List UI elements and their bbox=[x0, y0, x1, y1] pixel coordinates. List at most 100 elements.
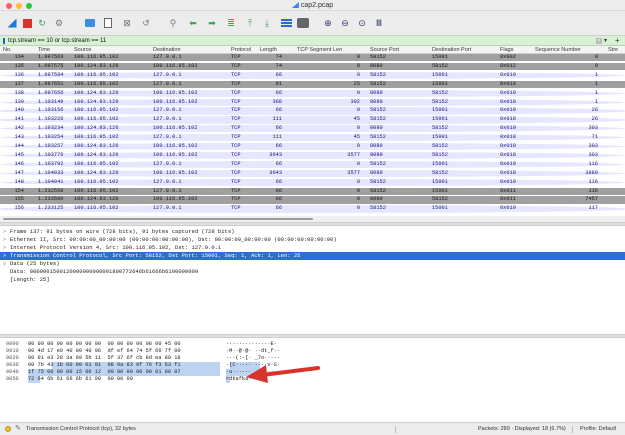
packet-row[interactable]: 141 1.103226 100.116.95.102 127.0.0.1 TCP 111… bbox=[0, 116, 625, 124]
filter-bookmark-icon[interactable] bbox=[3, 38, 5, 44]
detail-tree-item[interactable]: > Frame 137: 91 bytes on wire (728 bits),… bbox=[0, 228, 625, 236]
save-file-icon[interactable] bbox=[101, 16, 115, 30]
clear-filter-icon[interactable]: × bbox=[596, 38, 602, 44]
add-filter-button-icon[interactable]: + bbox=[615, 36, 620, 45]
packet-row[interactable]: 147 1.104033 100.124.83.126 100.116.95.102 T… bbox=[0, 169, 625, 177]
detail-tree-item[interactable]: v Data (25 bytes) bbox=[0, 260, 625, 268]
expert-info-icon[interactable] bbox=[5, 426, 11, 432]
status-profile[interactable]: Profile: Default bbox=[580, 426, 616, 432]
go-last-icon[interactable]: ⤓ bbox=[260, 16, 274, 30]
packet-cell-src: 100.124.83.126 bbox=[74, 169, 119, 176]
zoom-reset-icon[interactable]: ⊙ bbox=[355, 16, 369, 30]
edit-comment-icon[interactable]: ✎ bbox=[15, 424, 21, 432]
column-header-destination-port[interactable]: Destination Port bbox=[432, 47, 471, 53]
packet-row[interactable]: 139 1.103149 100.124.83.126 100.116.95.102 T… bbox=[0, 98, 625, 106]
byte-offset[interactable]: 0030 bbox=[6, 362, 19, 369]
ascii-bytes[interactable]: rdkafka···· bbox=[226, 376, 261, 383]
packet-row[interactable]: 143 1.103254 100.116.95.102 127.0.0.1 TCP 111… bbox=[0, 134, 625, 142]
ascii-bytes[interactable]: ···(:·[· _7o····· bbox=[226, 355, 280, 362]
scrollbar-thumb[interactable] bbox=[3, 218, 313, 220]
title-bar: cap2.pcap bbox=[0, 0, 625, 11]
expand-arrow-icon[interactable]: > bbox=[3, 236, 6, 244]
packet-cell-seq: 303 bbox=[588, 143, 598, 149]
packet-row[interactable]: 148 1.104041 100.116.95.102 127.0.0.1 TCP 66 0… bbox=[0, 178, 625, 186]
packet-row[interactable]: 140 1.103156 100.116.95.102 127.0.0.1 TCP 66 0… bbox=[0, 107, 625, 115]
byte-offset[interactable]: 0050 bbox=[6, 376, 19, 383]
colorize-icon[interactable] bbox=[296, 16, 310, 30]
column-header-stream[interactable]: Stre bbox=[608, 47, 618, 53]
capture-options-icon[interactable]: ⚙ bbox=[52, 16, 66, 30]
packet-row[interactable]: 155 1.233500 100.124.83.126 100.116.95.102 T… bbox=[0, 196, 625, 204]
go-back-icon[interactable]: ⬅ bbox=[186, 16, 200, 30]
detail-tree-item[interactable]: > Internet Protocol Version 4, Src: 100.1… bbox=[0, 244, 625, 252]
packet-row[interactable]: 142 1.103234 100.124.83.126 100.116.95.102 T… bbox=[0, 125, 625, 133]
find-packet-icon[interactable]: ⚲ bbox=[166, 16, 180, 30]
detail-tree-item[interactable]: > Ethernet II, Src: 00:00:00_00:00:00 (00… bbox=[0, 236, 625, 244]
autoscroll-icon[interactable] bbox=[279, 16, 293, 30]
column-header-no[interactable]: No. bbox=[3, 47, 12, 53]
resize-columns-icon[interactable]: Ⅲ bbox=[372, 16, 386, 30]
ascii-bytes[interactable]: ·u······ ········ bbox=[226, 369, 280, 376]
expand-arrow-icon[interactable]: v bbox=[3, 260, 6, 268]
packet-row[interactable]: 138 1.097656 100.124.83.126 100.116.95.102 T… bbox=[0, 89, 625, 97]
packet-cell-len: 66 bbox=[275, 89, 282, 96]
ascii-bytes[interactable]: ·M··@·@· ··dt_f·· bbox=[226, 348, 280, 355]
column-header-flags[interactable]: Flags bbox=[500, 47, 513, 53]
go-to-packet-icon[interactable]: ≣ bbox=[224, 16, 238, 30]
display-filter-input[interactable] bbox=[8, 36, 568, 46]
stop-capture-icon[interactable] bbox=[20, 16, 34, 30]
byte-offset[interactable]: 0000 bbox=[6, 341, 19, 348]
packet-row[interactable]: 145 1.103776 100.124.83.126 100.116.95.102 T… bbox=[0, 151, 625, 160]
packet-row[interactable]: 136 1.097584 100.116.95.102 127.0.0.1 TCP 66 0… bbox=[0, 71, 625, 80]
zoom-out-icon[interactable]: ⊖ bbox=[338, 16, 352, 30]
packet-row[interactable]: 154 1.232558 100.116.95.102 127.0.0.1 TCP 66 0… bbox=[0, 187, 625, 195]
go-forward-icon[interactable]: ➡ bbox=[205, 16, 219, 30]
close-file-icon[interactable]: ⊠ bbox=[120, 16, 134, 30]
column-header-destination[interactable]: Destination bbox=[153, 47, 181, 53]
detail-tree-item[interactable]: Data: 0000001500120000000000001800772646… bbox=[0, 268, 625, 276]
packet-cell-time: 1.103234 bbox=[38, 125, 64, 132]
packet-row[interactable]: 137 1.097651 100.116.95.102 127.0.0.1 TCP 91 2… bbox=[0, 80, 625, 88]
detail-tree-item[interactable]: > Transmission Control Protocol, Src Port… bbox=[0, 252, 625, 260]
packet-row[interactable]: 135 1.097575 100.124.83.126 100.116.95.102 T… bbox=[0, 62, 625, 71]
shark-fin-start-icon[interactable] bbox=[5, 16, 19, 30]
hex-bytes[interactable]: 00 4d 17 e0 40 00 40 06 df ef 64 74 5f 6… bbox=[28, 348, 181, 355]
packet-cell-time: 1.097575 bbox=[38, 62, 64, 69]
packet-row[interactable]: 146 1.103792 100.116.95.102 127.0.0.1 TCP 66 0… bbox=[0, 160, 625, 169]
byte-offset[interactable]: 0010 bbox=[6, 348, 19, 355]
packet-cell-len: 66 bbox=[275, 178, 282, 185]
packet-row[interactable]: 156 1.233125 100.116.95.102 127.0.0.1 TCP 66 0… bbox=[0, 205, 625, 213]
column-header-time[interactable]: Time bbox=[38, 47, 50, 53]
hex-bytes[interactable]: 72 64 6b 61 66 6b 61 00 00 00 00 bbox=[28, 376, 133, 383]
packet-cell-proto: TCP bbox=[231, 62, 241, 69]
ascii-bytes[interactable]: ··············E· bbox=[226, 341, 277, 348]
byte-offset[interactable]: 0020 bbox=[6, 355, 19, 362]
hex-bytes[interactable]: 00 7b 43 1b 00 00 01 01 08 0a 93 0f 76 f… bbox=[28, 362, 181, 369]
zoom-in-icon[interactable]: ⊕ bbox=[321, 16, 335, 30]
column-header-sequence-number[interactable]: Sequence Number bbox=[535, 47, 581, 53]
packet-row[interactable]: 144 1.103257 100.124.83.126 100.116.95.102 T… bbox=[0, 143, 625, 151]
filter-history-dropdown-icon[interactable]: ▾ bbox=[604, 37, 607, 44]
column-header-length[interactable]: Length bbox=[260, 47, 277, 53]
column-header-source-port[interactable]: Source Port bbox=[370, 47, 399, 53]
go-first-icon[interactable]: ⤒ bbox=[243, 16, 257, 30]
reload-file-icon[interactable]: ↺ bbox=[139, 16, 153, 30]
hex-bytes[interactable]: 1f 75 00 00 00 15 00 12 00 00 00 00 00 0… bbox=[28, 369, 181, 376]
packet-cell-seq: 1 bbox=[594, 80, 598, 87]
packet-cell-sport: 8080 bbox=[370, 125, 383, 132]
packet-row[interactable]: 134 1.097563 100.116.95.102 127.0.0.1 TCP 74 0… bbox=[0, 54, 625, 62]
packet-cell-time: 1.097584 bbox=[38, 71, 64, 78]
column-header-tcp-segment-len[interactable]: TCP Segment Len bbox=[297, 47, 342, 53]
detail-tree-item[interactable]: [Length: 25] bbox=[0, 276, 625, 284]
ascii-bytes[interactable]: ·{C····· ····v·S· bbox=[226, 362, 280, 369]
hex-bytes[interactable]: 00 01 e3 28 3a 99 5b 11 5f 37 6f cb 8d e… bbox=[28, 355, 181, 362]
open-file-icon[interactable] bbox=[83, 16, 97, 30]
expand-arrow-icon[interactable]: > bbox=[3, 252, 6, 260]
expand-arrow-icon[interactable]: > bbox=[3, 244, 6, 252]
hex-bytes[interactable]: 00 00 00 00 00 00 00 00 00 00 00 00 08 0… bbox=[28, 341, 181, 348]
restart-capture-icon[interactable]: ↻ bbox=[35, 16, 49, 30]
column-header-source[interactable]: Source bbox=[74, 47, 91, 53]
byte-offset[interactable]: 0040 bbox=[6, 369, 19, 376]
column-header-protocol[interactable]: Protocol bbox=[231, 47, 251, 53]
expand-arrow-icon[interactable]: > bbox=[3, 228, 6, 236]
